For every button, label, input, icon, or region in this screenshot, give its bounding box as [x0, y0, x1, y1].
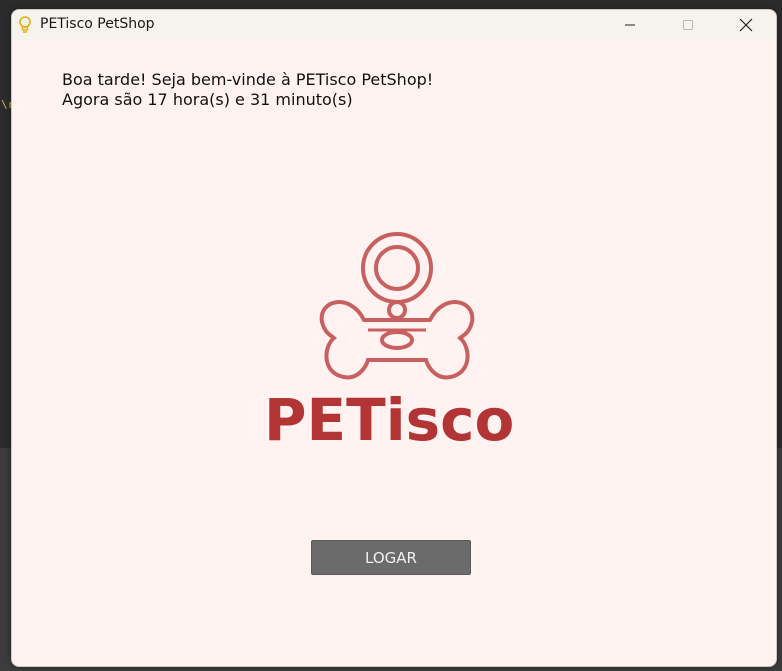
minimize-icon — [625, 24, 635, 26]
close-icon — [739, 18, 753, 32]
app-window: PETisco PetShop Boa tarde! Seja bem-vind… — [11, 9, 777, 667]
title-bar[interactable]: PETisco PetShop — [12, 10, 776, 40]
login-button[interactable]: LOGAR — [311, 540, 471, 575]
minimize-button[interactable] — [607, 10, 653, 40]
time-line: Agora são 17 hora(s) e 31 minuto(s) — [62, 90, 353, 109]
greeting-line: Boa tarde! Seja bem-vinde à PETisco PetS… — [62, 70, 434, 89]
bone-with-tag-logo — [319, 232, 475, 380]
brand-wordmark: PETisco — [264, 386, 515, 454]
maximize-button[interactable] — [665, 10, 711, 40]
maximize-icon — [683, 20, 693, 30]
lightbulb-icon — [19, 16, 31, 33]
window-title: PETisco PetShop — [40, 16, 155, 32]
greeting-message: Boa tarde! Seja bem-vinde à PETisco PetS… — [62, 70, 433, 110]
close-button[interactable] — [723, 10, 769, 40]
